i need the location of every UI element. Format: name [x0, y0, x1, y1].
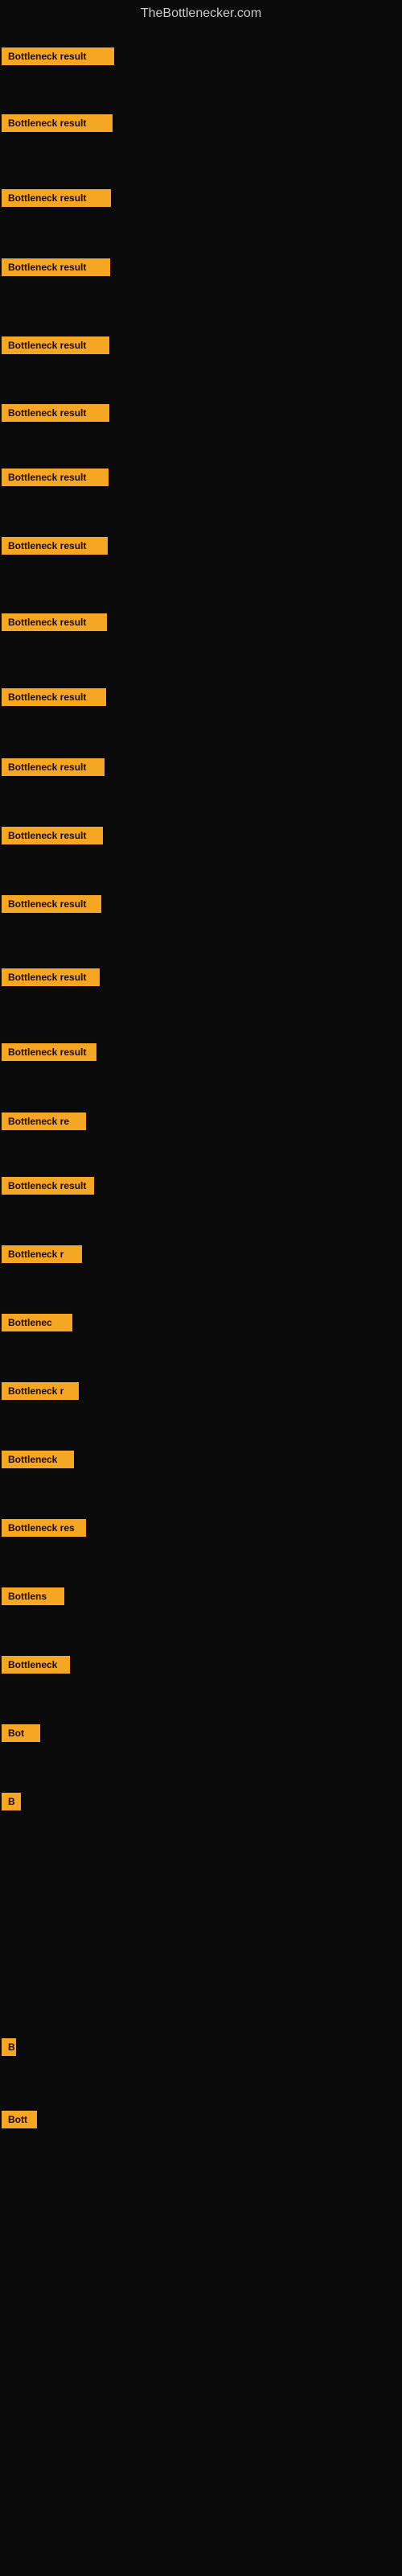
bottleneck-result-label: Bottleneck result [2, 968, 100, 986]
list-item[interactable]: Bottlens [2, 1587, 64, 1609]
bottleneck-result-label: Bottleneck result [2, 258, 110, 276]
bottleneck-result-label: Bottleneck result [2, 758, 105, 776]
list-item[interactable]: Bottleneck result [2, 336, 109, 358]
bottleneck-result-label: Bottlenec [2, 1314, 72, 1331]
list-item[interactable]: Bot [2, 1724, 40, 1746]
list-item[interactable]: Bottlenec [2, 1314, 72, 1335]
bottleneck-result-label: Bottleneck r [2, 1245, 82, 1263]
list-item[interactable]: Bottleneck r [2, 1382, 79, 1404]
bottleneck-result-label: Bottleneck re [2, 1113, 86, 1130]
bottleneck-result-label: Bottleneck result [2, 336, 109, 354]
list-item[interactable]: Bottleneck result [2, 469, 109, 490]
list-item[interactable]: Bottleneck result [2, 258, 110, 280]
list-item[interactable]: Bott [2, 2111, 37, 2132]
bottleneck-result-label: Bottleneck result [2, 404, 109, 422]
list-item[interactable]: Bottleneck result [2, 404, 109, 426]
bottleneck-result-label: Bottleneck result [2, 1177, 94, 1195]
bottleneck-result-label: Bottleneck [2, 1656, 70, 1674]
bottleneck-result-label: Bottleneck result [2, 114, 113, 132]
list-item[interactable]: Bottleneck result [2, 758, 105, 780]
bottleneck-result-label: Bottleneck result [2, 895, 101, 913]
bottleneck-result-label: Bottleneck res [2, 1519, 86, 1537]
bottleneck-result-label: Bottleneck result [2, 47, 114, 65]
bottleneck-list: Bottleneck result Bottleneck result Bottle… [0, 24, 402, 2560]
list-item[interactable]: Bottleneck r [2, 1245, 82, 1267]
list-item[interactable]: Bottleneck re [2, 1113, 86, 1134]
site-title: TheBottlenecker.com [0, 0, 402, 24]
list-item[interactable]: Bottleneck result [2, 968, 100, 990]
list-item[interactable]: Bottleneck [2, 1451, 74, 1472]
bottleneck-result-label: Bottlens [2, 1587, 64, 1605]
list-item[interactable]: Bottleneck result [2, 613, 107, 635]
bottleneck-result-label: Bottleneck result [2, 613, 107, 631]
bottleneck-result-label: Bottleneck result [2, 827, 103, 844]
list-item[interactable]: Bottleneck res [2, 1519, 86, 1541]
list-item[interactable]: Bottleneck result [2, 827, 103, 848]
list-item[interactable]: Bottleneck [2, 1656, 70, 1678]
list-item[interactable]: Bottleneck result [2, 114, 113, 136]
bottleneck-result-label: Bottleneck r [2, 1382, 79, 1400]
list-item[interactable]: Bottleneck result [2, 895, 101, 917]
bottleneck-result-label: Bottleneck result [2, 537, 108, 555]
list-item[interactable]: B [2, 1793, 21, 1814]
bottleneck-result-label: Bott [2, 2111, 37, 2128]
bottleneck-result-label: B [2, 1793, 21, 1810]
list-item[interactable]: Bottleneck result [2, 47, 114, 69]
list-item[interactable]: Bottleneck result [2, 688, 106, 710]
bottleneck-result-label: Bottleneck result [2, 688, 106, 706]
list-item[interactable]: B [2, 2038, 16, 2060]
bottleneck-result-label: Bottleneck result [2, 469, 109, 486]
bottleneck-result-label: Bottleneck [2, 1451, 74, 1468]
list-item[interactable]: Bottleneck result [2, 189, 111, 211]
list-item[interactable]: Bottleneck result [2, 1043, 96, 1065]
list-item[interactable]: Bottleneck result [2, 537, 108, 559]
bottleneck-result-label: Bot [2, 1724, 40, 1742]
bottleneck-result-label: Bottleneck result [2, 1043, 96, 1061]
bottleneck-result-label: Bottleneck result [2, 189, 111, 207]
list-item[interactable]: Bottleneck result [2, 1177, 94, 1199]
bottleneck-result-label: B [2, 2038, 16, 2056]
site-title-container: TheBottlenecker.com [0, 0, 402, 24]
